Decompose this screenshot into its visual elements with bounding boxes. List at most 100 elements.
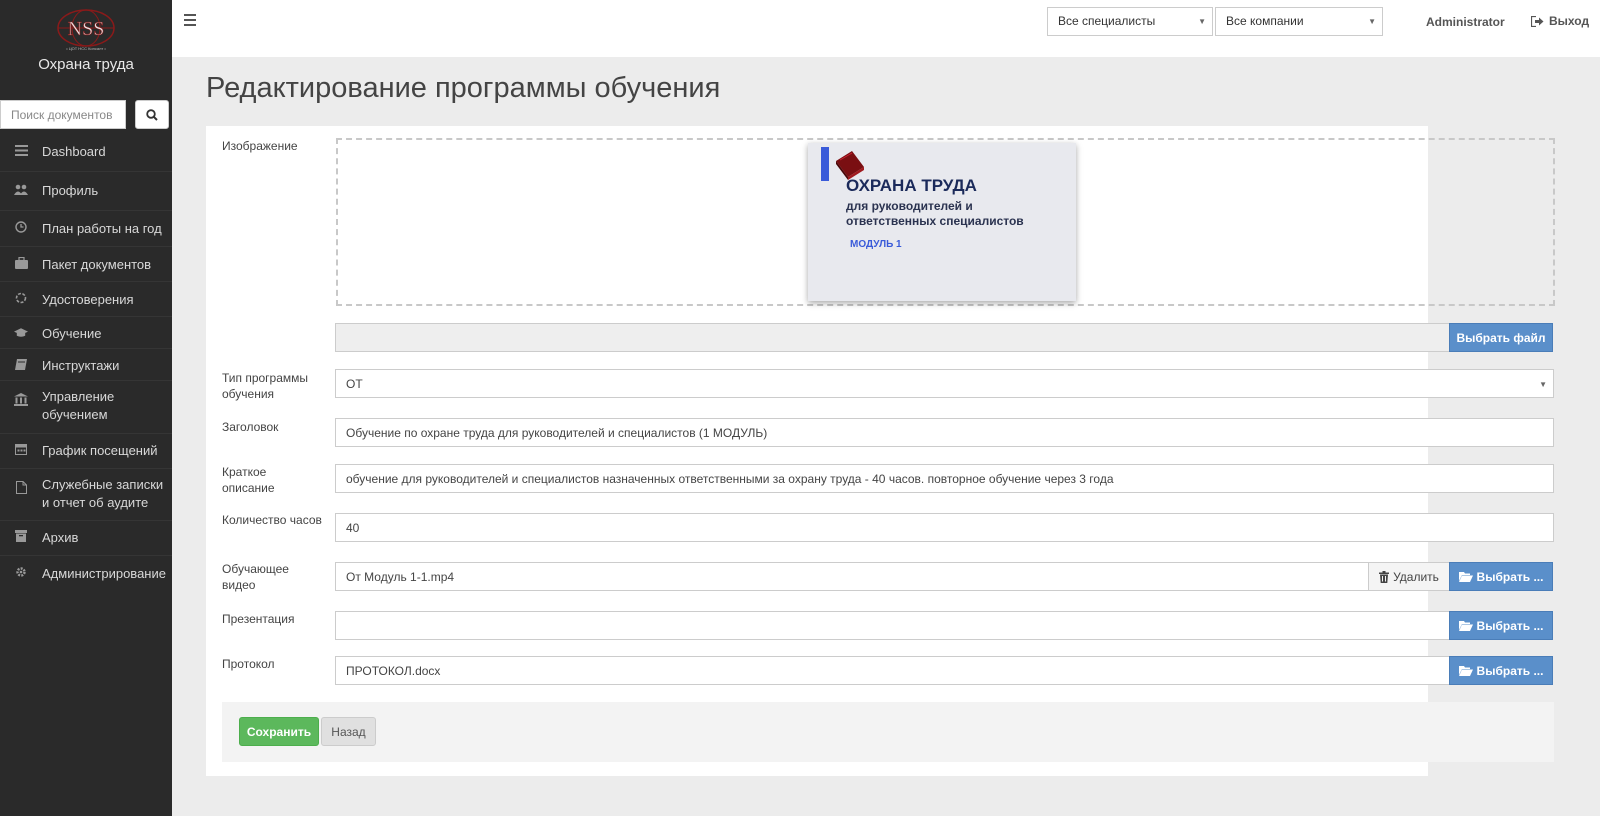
- users-icon: [14, 182, 28, 196]
- image-dropzone[interactable]: ОХРАНА ТРУДА для руководителей и ответст…: [336, 138, 1555, 306]
- chevron-down-icon: ▼: [1539, 380, 1547, 389]
- folder-open-icon: [1458, 666, 1473, 676]
- hours-input[interactable]: 40: [335, 513, 1554, 542]
- program-type-select[interactable]: ОТ ▼: [335, 369, 1554, 398]
- trash-icon: [1379, 570, 1390, 583]
- hamburger-menu-icon[interactable]: [184, 12, 200, 28]
- program-type-value: ОТ: [346, 377, 363, 391]
- sidebar-item-profile[interactable]: Профиль: [0, 172, 172, 211]
- nss-logo[interactable]: NSS • ЦОТ НСС Консалт •: [55, 8, 117, 52]
- sidebar-item-training-management[interactable]: Управление обучением: [0, 381, 172, 434]
- protocol-file-input[interactable]: ПРОТОКОЛ.docx: [335, 656, 1459, 685]
- specialists-select-value: Все специалисты: [1058, 14, 1156, 28]
- folder-open-icon: [1458, 572, 1473, 582]
- clock-icon: [14, 220, 28, 234]
- search-icon: [146, 108, 158, 121]
- chevron-down-icon: ▼: [1368, 17, 1376, 26]
- cover-accent-bar: [821, 147, 829, 181]
- circle-icon: [14, 291, 28, 305]
- choose-presentation-button[interactable]: Выбрать ...: [1449, 611, 1553, 640]
- sidebar-search: [0, 100, 172, 130]
- companies-select[interactable]: Все компании ▼: [1215, 7, 1383, 36]
- short-description-label: Краткое описание: [222, 465, 275, 495]
- search-input[interactable]: [0, 100, 126, 129]
- choose-label: Выбрать ...: [1476, 663, 1544, 678]
- brand-block: NSS • ЦОТ НСС Консалт • Охрана труда: [0, 0, 172, 96]
- choose-protocol-button[interactable]: Выбрать ...: [1449, 656, 1553, 685]
- sidebar-item-memos-audit[interactable]: Служебные записки и отчет об аудите: [0, 469, 172, 521]
- sidebar-item-year-plan[interactable]: План работы на год: [0, 211, 172, 247]
- sidebar-item-training[interactable]: Обучение: [0, 317, 172, 349]
- calendar-icon: [14, 442, 28, 456]
- choose-file-button[interactable]: Выбрать файл: [1449, 323, 1553, 352]
- sidebar-item-label: Профиль: [42, 183, 99, 198]
- page-title: Редактирование программы обучения: [206, 72, 721, 104]
- gear-icon: [14, 565, 28, 579]
- form-actions: Сохранить Назад: [222, 702, 1554, 762]
- companies-select-value: Все компании: [1226, 14, 1304, 28]
- program-edit-form: Изображение ОХРАНА ТРУДА для руководител…: [206, 126, 1555, 776]
- presentation-file-input[interactable]: [335, 611, 1459, 640]
- heading-label: Заголовок: [222, 420, 279, 434]
- top-bar: Все специалисты ▼ Все компании ▼ Adminis…: [172, 0, 1600, 57]
- program-cover-image: ОХРАНА ТРУДА для руководителей и ответст…: [808, 143, 1076, 301]
- sidebar-item-label: Администрирование: [42, 566, 166, 581]
- sidebar-item-dashboard[interactable]: Dashboard: [0, 133, 172, 172]
- graduation-cap-icon: [14, 325, 28, 339]
- search-button[interactable]: [135, 100, 169, 129]
- save-button[interactable]: Сохранить: [239, 717, 319, 746]
- sidebar-item-archive[interactable]: Архив: [0, 521, 172, 556]
- delete-label: Удалить: [1393, 569, 1439, 584]
- sidebar-item-label: Обучение: [42, 326, 102, 341]
- sidebar-item-certificates[interactable]: Удостоверения: [0, 282, 172, 317]
- folder-open-icon: [1458, 621, 1473, 631]
- back-button[interactable]: Назад: [321, 717, 376, 746]
- choose-video-button[interactable]: Выбрать ...: [1449, 562, 1553, 591]
- choose-label: Выбрать ...: [1476, 618, 1544, 633]
- sidebar-item-label: Архив: [42, 530, 79, 545]
- sidebar-item-label: Удостоверения: [42, 292, 134, 307]
- choose-label: Выбрать ...: [1476, 569, 1544, 584]
- book-icon: [14, 357, 28, 371]
- current-user[interactable]: Administrator: [1426, 15, 1505, 29]
- sidebar-item-administration[interactable]: Администрирование: [0, 556, 172, 592]
- short-description-input[interactable]: обучение для руководителей и специалисто…: [335, 464, 1554, 493]
- image-file-input[interactable]: [335, 323, 1459, 352]
- sidebar-item-label: План работы на год: [42, 221, 162, 236]
- heading-input[interactable]: Обучение по охране труда для руководител…: [335, 418, 1554, 447]
- sidebar-item-visit-schedule[interactable]: График посещений: [0, 434, 172, 469]
- cover-subtitle: для руководителей и ответственных специа…: [846, 199, 1024, 228]
- logout-icon: [1531, 15, 1544, 27]
- chevron-down-icon: ▼: [1198, 17, 1206, 26]
- logout-link[interactable]: Выход: [1531, 14, 1589, 28]
- sidebar-item-label: Служебные записки и отчет об аудите: [42, 477, 164, 510]
- logo-text: NSS: [68, 18, 105, 40]
- logout-label: Выход: [1549, 14, 1590, 28]
- cover-module: МОДУЛЬ 1: [850, 239, 902, 250]
- sidebar-item-documents[interactable]: Пакет документов: [0, 247, 172, 282]
- sidebar-item-label: График посещений: [42, 443, 158, 458]
- file-icon: [14, 480, 28, 494]
- sidebar-item-label: Пакет документов: [42, 257, 152, 272]
- briefcase-icon: [14, 256, 28, 270]
- sidebar-nav: Dashboard Профиль План работы на год Пак…: [0, 133, 172, 592]
- brand-title: Охрана труда: [38, 56, 134, 73]
- image-label: Изображение: [222, 139, 298, 153]
- protocol-label: Протокол: [222, 657, 275, 671]
- sidebar-item-briefings[interactable]: Инструктажи: [0, 349, 172, 381]
- sidebar: NSS • ЦОТ НСС Консалт • Охрана труда Das…: [0, 0, 172, 816]
- program-type-label: Тип программы обучения: [222, 371, 309, 401]
- bank-icon: [14, 392, 28, 406]
- video-label: Обучающее видео: [222, 562, 289, 592]
- delete-video-button[interactable]: Удалить: [1368, 562, 1450, 591]
- sidebar-item-label: Управление обучением: [42, 389, 115, 422]
- sidebar-item-label: Dashboard: [42, 144, 106, 159]
- video-file-input[interactable]: От Модуль 1-1.mp4: [335, 562, 1375, 591]
- presentation-label: Презентация: [222, 612, 295, 626]
- list-icon: [14, 143, 28, 157]
- logo-subtext: • ЦОТ НСС Консалт •: [66, 46, 106, 51]
- sidebar-item-label: Инструктажи: [42, 358, 120, 373]
- specialists-select[interactable]: Все специалисты ▼: [1047, 7, 1213, 36]
- archive-icon: [14, 529, 28, 543]
- hours-label: Количество часов: [222, 513, 322, 527]
